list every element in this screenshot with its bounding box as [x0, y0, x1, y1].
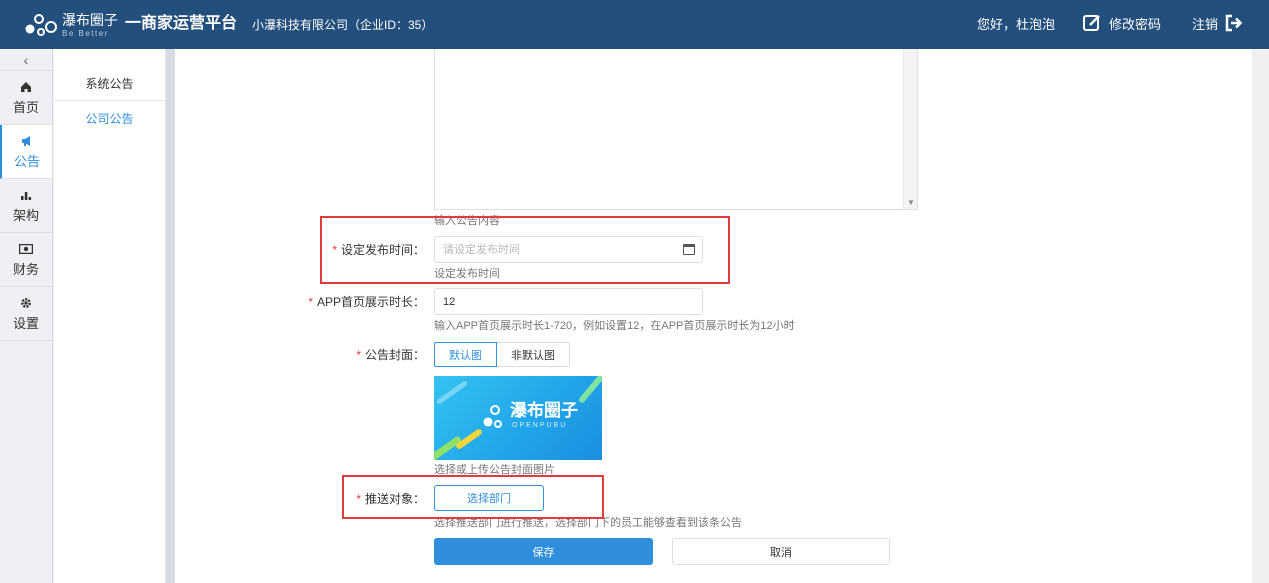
nav-item-label: 财务 [12, 261, 39, 277]
required-mark: * [308, 295, 313, 309]
decor-stripe [435, 380, 469, 405]
chevron-left-icon: ‹ [23, 51, 29, 68]
publish-time-input[interactable] [434, 236, 703, 263]
nav-item-home[interactable]: 首页 [0, 71, 52, 125]
megaphone-icon [21, 134, 33, 148]
custom-cover-button[interactable]: 非默认图 [497, 342, 570, 367]
content-hint: 输入公告内容 [434, 215, 500, 227]
left-nav: ‹ 首页 公告 架构 财务 设置 [0, 49, 53, 583]
user-greeting: 您好，杜泡泡 [977, 17, 1056, 32]
money-icon [19, 242, 33, 256]
cover-brand-text: 瀑布圈子 [510, 401, 578, 420]
cover-logo-icon [483, 405, 502, 428]
push-target-label-text: 推送对象： [364, 492, 425, 506]
select-department-button[interactable]: 选择部门 [434, 485, 544, 511]
textarea-scrollbar[interactable]: ▼ [903, 49, 917, 209]
logout-link[interactable]: 注销 [1192, 13, 1244, 33]
required-mark: * [356, 348, 361, 362]
announcement-content-textarea[interactable]: ▼ [434, 49, 918, 210]
right-margin [1252, 49, 1269, 583]
sub-nav: 系统公告 公司公告 [54, 49, 166, 583]
edit-icon [1083, 15, 1100, 31]
display-duration-hint: 输入APP首页展示时长1-720，例如设置12，在APP首页展示时长为12小时 [434, 320, 795, 332]
cancel-button[interactable]: 取消 [672, 538, 890, 565]
nav-item-structure[interactable]: 架构 [0, 179, 52, 233]
collapse-nav-button[interactable]: ‹ [0, 49, 52, 71]
logo-text: 瀑布圈子 [62, 12, 118, 28]
cover-label-text: 公告封面： [364, 348, 425, 362]
publish-time-label: * 设定发布时间： [175, 242, 425, 258]
display-duration-input[interactable] [434, 288, 703, 315]
display-duration-label: * APP首页展示时长： [175, 294, 425, 310]
nav-item-label: 首页 [12, 99, 39, 115]
subnav-company-announcement[interactable]: 公司公告 [54, 101, 165, 135]
nav-item-settings[interactable]: 设置 [0, 287, 52, 341]
panel-gap [166, 49, 175, 583]
scroll-down-icon: ▼ [907, 198, 915, 207]
change-password-label: 修改密码 [1109, 16, 1162, 32]
gear-icon [20, 296, 32, 310]
cover-label: * 公告封面： [175, 347, 425, 363]
cover-image[interactable]: 瀑布圈子 OPENPUBU [434, 376, 602, 460]
nav-item-finance[interactable]: 财务 [0, 233, 52, 287]
change-password-link[interactable]: 修改密码 [1082, 13, 1161, 33]
logout-label: 注销 [1192, 16, 1219, 32]
decor-stripe [577, 376, 602, 404]
nav-item-label: 公告 [13, 153, 40, 169]
cover-type-toggle: 默认图 非默认图 [434, 342, 570, 367]
cover-brand-sub: OPENPUBU [512, 422, 568, 429]
home-icon [20, 80, 32, 94]
publish-time-label-text: 设定发布时间： [340, 243, 425, 257]
main-content: ▼ 输入公告内容 *设定发布时间： 设定发布时间 *APP首页展示时长： 输入A… [175, 49, 1252, 583]
display-duration-label-text: APP首页展示时长： [316, 295, 425, 309]
cover-hint: 选择或上传公告封面图片 [434, 464, 555, 476]
push-target-hint: 选择推送部门进行推送，选择部门下的员工能够查看到该条公告 [434, 517, 742, 529]
logout-icon [1225, 14, 1243, 32]
logo-slogan: Be Better [62, 29, 109, 38]
publish-time-hint: 设定发布时间 [434, 268, 500, 280]
bar-chart-icon [20, 188, 32, 202]
required-mark: * [356, 492, 361, 506]
nav-item-announcement[interactable]: 公告 [0, 125, 52, 179]
calendar-icon[interactable] [683, 244, 695, 255]
top-header: 瀑布圈子 Be Better 一商家运营平台 小瀑科技有限公司（企业ID：35）… [0, 0, 1269, 49]
subnav-system-announcement[interactable]: 系统公告 [54, 67, 165, 101]
nav-item-label: 设置 [12, 315, 39, 331]
push-target-label: * 推送对象： [175, 491, 425, 507]
nav-item-label: 架构 [12, 207, 39, 223]
logo-icon [25, 14, 57, 36]
default-cover-button[interactable]: 默认图 [434, 342, 497, 367]
required-mark: * [332, 243, 337, 257]
company-name: 小瀑科技有限公司（企业ID：35） [252, 18, 434, 32]
platform-title: 一商家运营平台 [125, 15, 238, 32]
save-button[interactable]: 保存 [434, 538, 653, 565]
